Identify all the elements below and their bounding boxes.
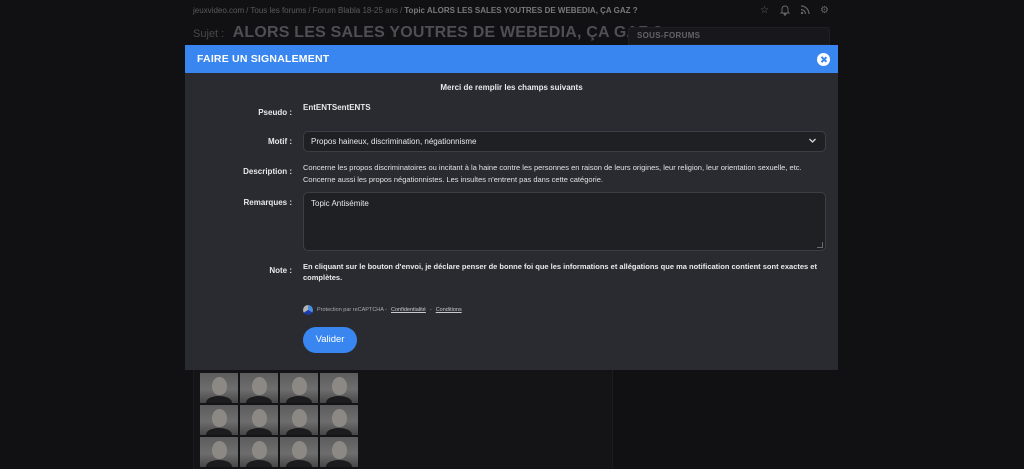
post-image[interactable] [240, 405, 278, 435]
chevron-down-icon [808, 136, 817, 147]
modal-header: FAIRE UN SIGNALEMENT [185, 45, 838, 73]
breadcrumb-item-site[interactable]: jeuxvideo.com [193, 6, 244, 15]
topic-subject: Sujet : ALORS LES SALES YOUTRES DE WEBED… [193, 24, 663, 42]
description-line: Concerne les propos discriminatoires ou … [303, 163, 802, 172]
pseudo-value: EntENTSentENTS [303, 103, 371, 112]
breadcrumb-current-topic: Topic ALORS LES SALES YOUTRES DE WEBEDIA… [404, 6, 638, 15]
rss-icon[interactable] [799, 5, 810, 16]
recaptcha-separator: - [429, 307, 432, 313]
motif-description: Concerne les propos discriminatoires ou … [303, 162, 828, 186]
gear-icon[interactable]: ⚙ [819, 5, 830, 16]
subject-prefix: Sujet : [193, 28, 225, 40]
post-image[interactable] [200, 373, 238, 403]
post-image[interactable] [200, 437, 238, 467]
recaptcha-text: Protection par reCAPTCHA - [317, 307, 387, 313]
bell-icon[interactable] [779, 5, 790, 17]
post-image[interactable] [320, 405, 358, 435]
recaptcha-icon [303, 305, 313, 315]
post-image[interactable] [240, 437, 278, 467]
remarques-value: Topic Antisémite [311, 199, 369, 208]
submit-button[interactable]: Valider [303, 327, 357, 353]
note-text: En cliquant sur le bouton d'envoi, je dé… [303, 262, 817, 282]
breadcrumb-separator: / [400, 6, 403, 15]
privacy-link[interactable]: Confidentialité [391, 307, 426, 313]
breadcrumb-item-forum[interactable]: Forum Blabla 18-25 ans [313, 6, 398, 15]
description-label: Description : [243, 167, 292, 176]
post-image[interactable] [320, 437, 358, 467]
note-label: Note : [269, 266, 292, 275]
form-intro: Merci de remplir les champs suivants [440, 83, 583, 92]
image-grid [200, 373, 358, 467]
motif-select[interactable]: Propos haineux, discrimination, négation… [303, 131, 826, 152]
resize-handle[interactable] [817, 242, 823, 248]
motif-selected-value: Propos haineux, discrimination, négation… [311, 137, 477, 146]
remarques-textarea[interactable]: Topic Antisémite [303, 192, 826, 251]
post-image[interactable] [200, 405, 238, 435]
topic-actions: ☆ ⚙ [759, 5, 830, 17]
post-image[interactable] [280, 405, 318, 435]
post-image[interactable] [240, 373, 278, 403]
motif-label: Motif : [268, 137, 292, 146]
post-image[interactable] [320, 373, 358, 403]
recaptcha-notice: Protection par reCAPTCHA - Confidentiali… [303, 305, 462, 315]
star-icon[interactable]: ☆ [759, 5, 770, 16]
breadcrumb-separator: / [246, 6, 249, 15]
sidebar-heading: SOUS-FORUMS [637, 31, 701, 40]
close-icon[interactable] [817, 53, 830, 66]
terms-link[interactable]: Conditions [436, 307, 462, 313]
page-title: ALORS LES SALES YOUTRES DE WEBEDIA, ÇA G… [232, 24, 663, 41]
post-image[interactable] [280, 373, 318, 403]
pseudo-label: Pseudo : [258, 108, 292, 117]
breadcrumb-item-all-forums[interactable]: Tous les forums [250, 6, 306, 15]
report-modal: FAIRE UN SIGNALEMENT Merci de remplir le… [185, 45, 838, 370]
post-image[interactable] [280, 437, 318, 467]
remarques-label: Remarques : [243, 198, 292, 207]
description-line: Concerne aussi les propos négationnistes… [303, 175, 603, 184]
breadcrumb: jeuxvideo.com / Tous les forums / Forum Blab… [193, 6, 638, 15]
modal-title: FAIRE UN SIGNALEMENT [197, 53, 330, 65]
breadcrumb-separator: / [308, 6, 311, 15]
sidebar-subforums: SOUS-FORUMS [628, 27, 830, 45]
